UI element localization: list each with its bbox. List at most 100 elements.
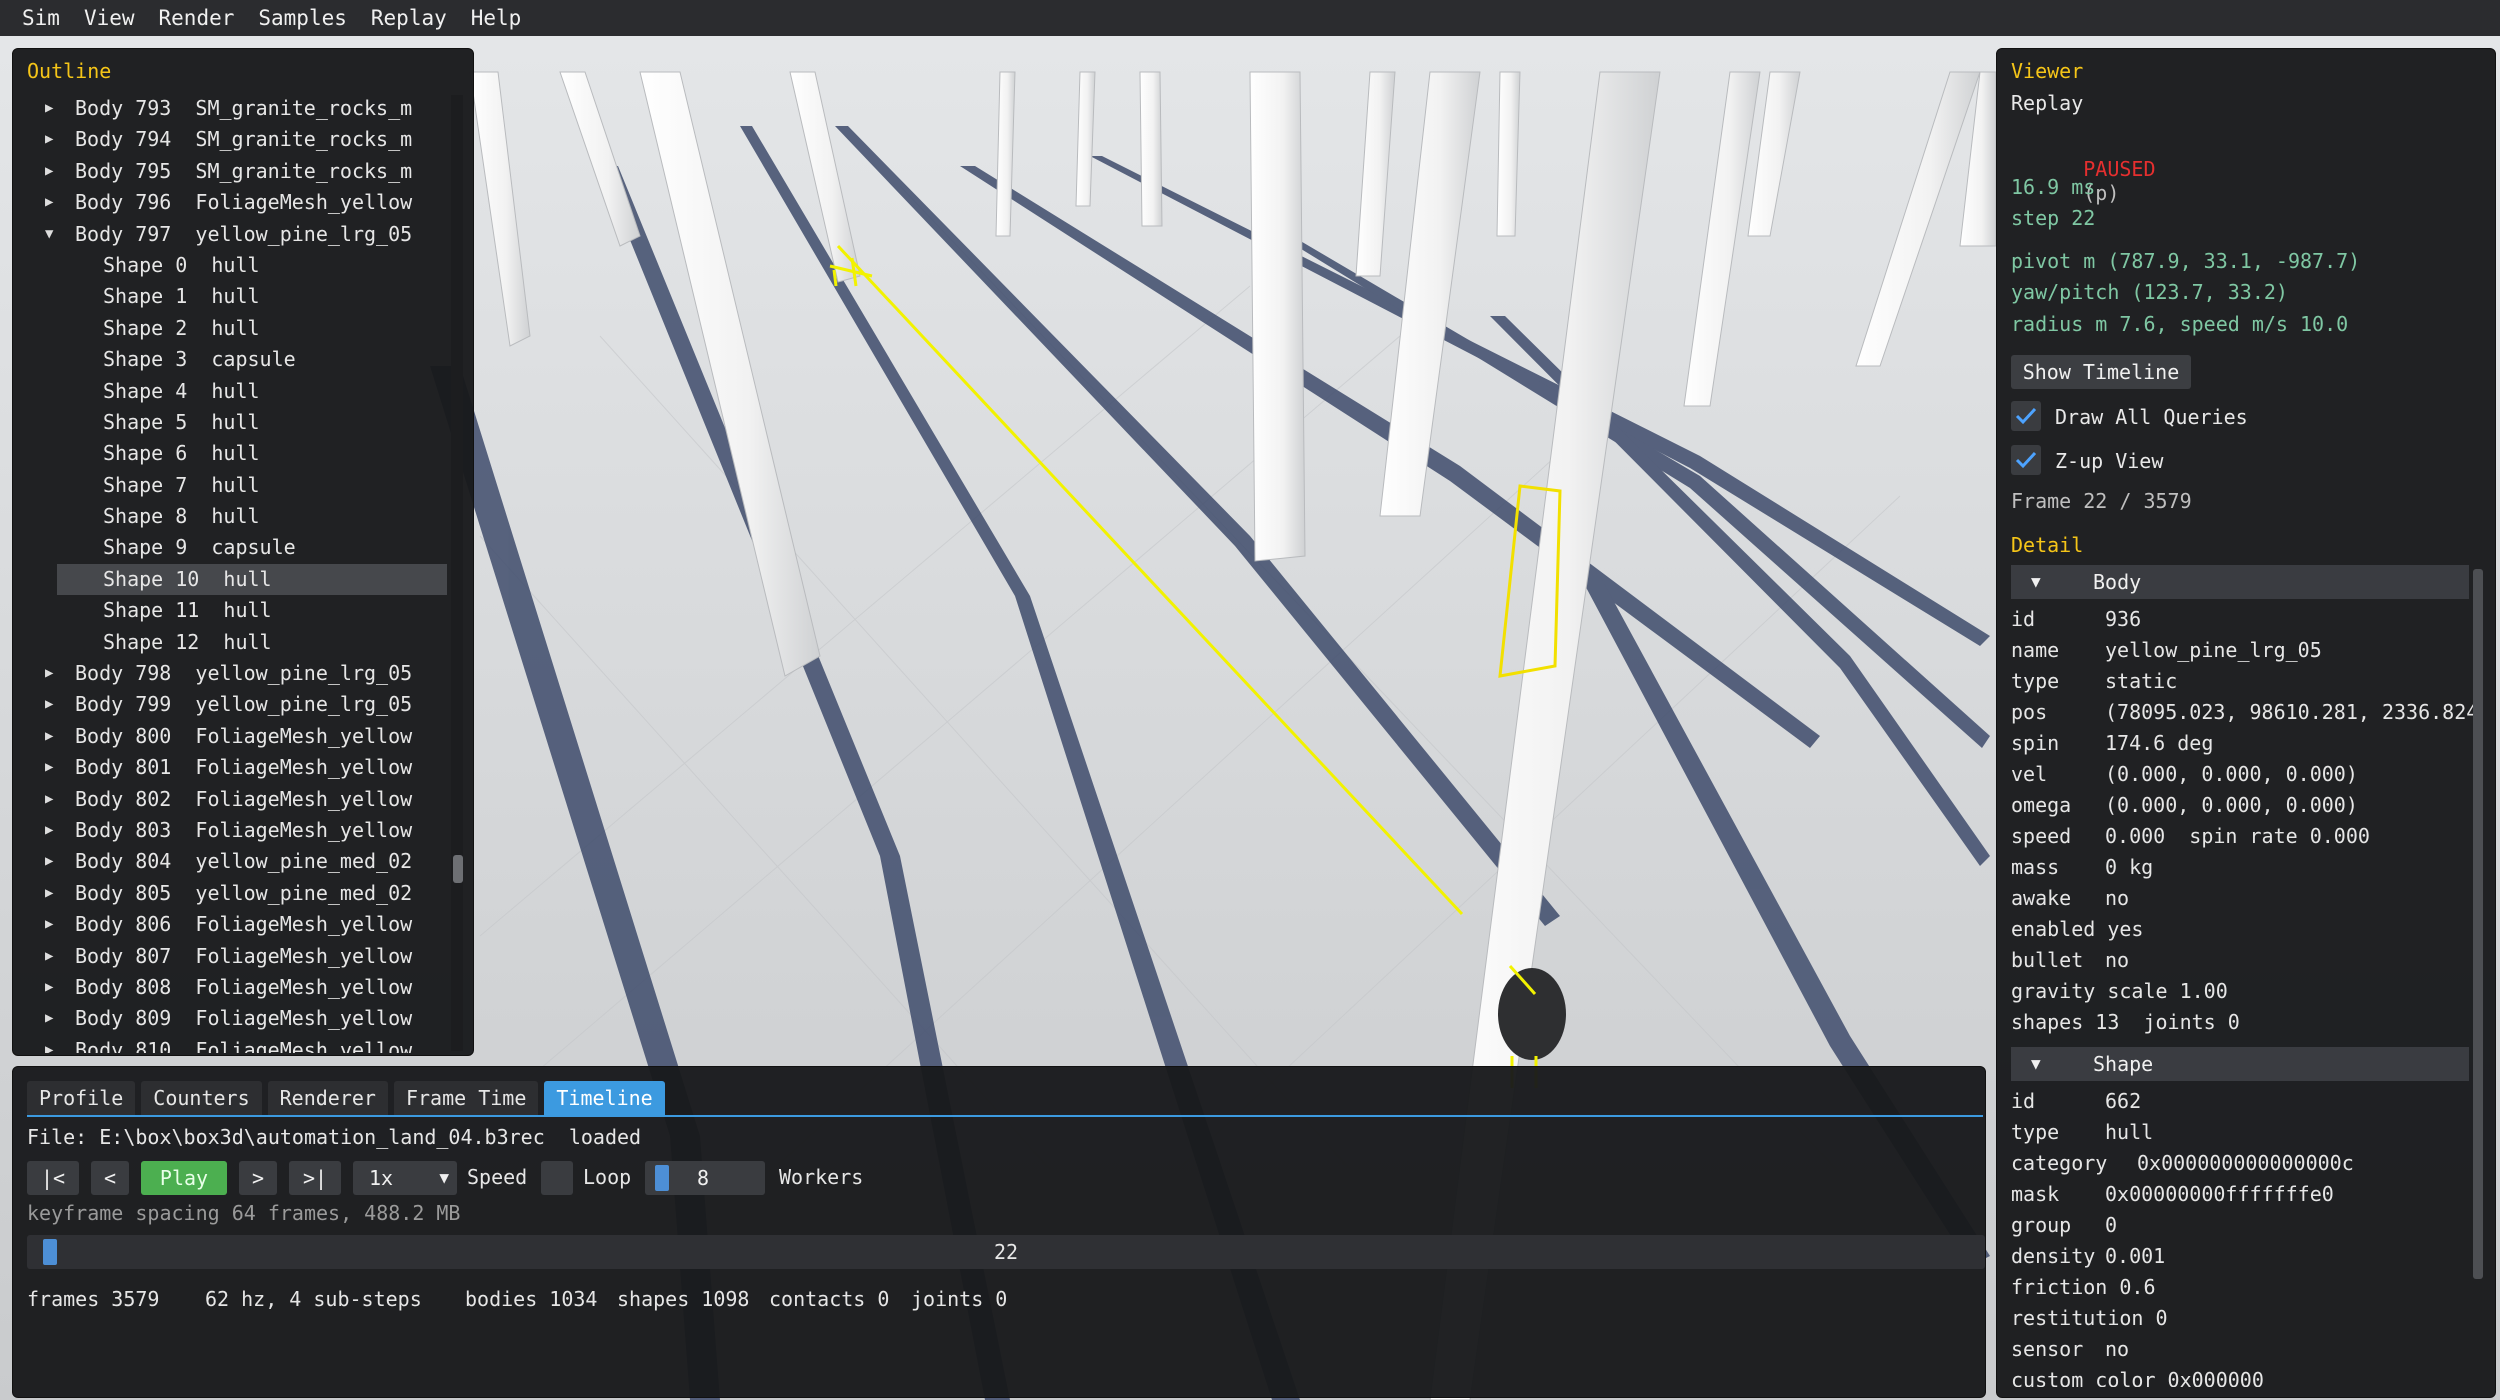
play-button[interactable]: Play: [141, 1161, 227, 1195]
outline-body-item[interactable]: ▶ Body 809 FoliageMesh_yellow: [13, 1003, 449, 1034]
tab-counters[interactable]: Counters: [141, 1081, 262, 1115]
collapsed-triangle-icon[interactable]: ▶: [45, 124, 53, 155]
loop-checkbox[interactable]: [541, 1161, 573, 1195]
next-frame-button[interactable]: >: [239, 1161, 277, 1195]
collapsed-triangle-icon[interactable]: ▶: [45, 972, 53, 1003]
outline-shape-item[interactable]: Shape 7 hull: [13, 470, 449, 501]
collapsed-triangle-icon[interactable]: ▶: [45, 878, 53, 909]
outline-body-item[interactable]: ▶ Body 807 FoliageMesh_yellow: [13, 941, 449, 972]
chevron-down-icon: ▼: [439, 1168, 449, 1187]
outline-shape-item[interactable]: Shape 11 hull: [13, 595, 449, 626]
outline-scrollbar[interactable]: [451, 95, 463, 1051]
draw-all-queries-checkbox[interactable]: [2011, 401, 2041, 431]
outline-body-item[interactable]: ▶ Body 800 FoliageMesh_yellow: [13, 721, 449, 752]
collapsed-triangle-icon[interactable]: ▶: [45, 1003, 53, 1034]
outline-item-label: Shape 12 hull: [103, 629, 272, 654]
loop-label: Loop: [583, 1165, 632, 1189]
outline-item-label: Shape 0 hull: [103, 252, 260, 277]
outline-body-item[interactable]: ▶ Body 793 SM_granite_rocks_m: [13, 93, 449, 124]
outline-body-item[interactable]: ▶ Body 802 FoliageMesh_yellow: [13, 784, 449, 815]
z-up-view-checkbox[interactable]: [2011, 445, 2041, 475]
expanded-triangle-icon[interactable]: ▼: [45, 219, 53, 250]
tab-frame-time[interactable]: Frame Time: [393, 1081, 539, 1115]
camera-yaw-pitch: yaw/pitch (123.7, 33.2): [2011, 280, 2288, 304]
outline-shape-item[interactable]: Shape 1 hull: [13, 281, 449, 312]
menu-view[interactable]: View: [72, 6, 147, 30]
stat-frames: frames 3579: [27, 1287, 160, 1311]
outline-panel: Outline ▶ Body 793 SM_granite_rocks_m ▶ Bod…: [12, 48, 474, 1056]
menu-sim[interactable]: Sim: [0, 6, 72, 30]
body-section-header[interactable]: ▼ Body: [2011, 565, 2469, 599]
collapsed-triangle-icon[interactable]: ▶: [45, 187, 53, 218]
outline-body-item[interactable]: ▶ Body 804 yellow_pine_med_02: [13, 846, 449, 877]
shape-section-header[interactable]: ▼ Shape: [2011, 1047, 2469, 1081]
show-timeline-button[interactable]: Show Timeline: [2011, 355, 2191, 389]
outline-shape-item[interactable]: Shape 2 hull: [13, 313, 449, 344]
timeline-slider-grab[interactable]: [42, 1239, 57, 1265]
tab-profile[interactable]: Profile: [27, 1081, 136, 1115]
camera-pivot: pivot m (787.9, 33.1, -987.7): [2011, 249, 2361, 273]
outline-body-item[interactable]: ▶ Body 798 yellow_pine_lrg_05: [13, 658, 449, 689]
outline-item-label: Body 797 yellow_pine_lrg_05: [75, 221, 413, 246]
outline-body-item[interactable]: ▶ Body 796 FoliageMesh_yellow: [13, 187, 449, 218]
menu-samples[interactable]: Samples: [246, 6, 359, 30]
outline-item-label: Body 804 yellow_pine_med_02: [75, 849, 413, 874]
collapsed-triangle-icon[interactable]: ▶: [45, 93, 53, 124]
workers-slider[interactable]: 8: [645, 1161, 765, 1195]
collapsed-triangle-icon[interactable]: ▶: [45, 689, 53, 720]
collapsed-triangle-icon[interactable]: ▶: [45, 846, 53, 877]
outline-body-item[interactable]: ▶ Body 799 yellow_pine_lrg_05: [13, 689, 449, 720]
detail-scrollbar[interactable]: [2473, 569, 2483, 1279]
menu-render[interactable]: Render: [147, 6, 247, 30]
prev-frame-button[interactable]: <: [91, 1161, 129, 1195]
outline-shape-item[interactable]: Shape 5 hull: [13, 407, 449, 438]
outline-shape-item[interactable]: Shape 10 hull: [57, 563, 447, 596]
outline-body-item[interactable]: ▶ Body 805 yellow_pine_med_02: [13, 878, 449, 909]
outline-shape-item[interactable]: Shape 4 hull: [13, 376, 449, 407]
outline-shape-item[interactable]: Shape 8 hull: [13, 501, 449, 532]
first-frame-button[interactable]: |<: [27, 1161, 79, 1195]
timeline-slider[interactable]: 22: [27, 1235, 1985, 1269]
stat-contacts: contacts 0: [769, 1287, 890, 1311]
outline-body-item[interactable]: ▶ Body 794 SM_granite_rocks_m: [13, 124, 449, 155]
outline-body-item[interactable]: ▶ Body 801 FoliageMesh_yellow: [13, 752, 449, 783]
speed-select[interactable]: 1x ▼: [353, 1161, 457, 1195]
collapsed-triangle-icon[interactable]: ▶: [45, 941, 53, 972]
collapsed-triangle-icon[interactable]: ▶: [45, 909, 53, 940]
collapsed-triangle-icon[interactable]: ▶: [45, 1035, 53, 1053]
outline-shape-item[interactable]: Shape 6 hull: [13, 438, 449, 469]
last-frame-button[interactable]: >|: [289, 1161, 341, 1195]
collapsed-triangle-icon[interactable]: ▶: [45, 658, 53, 689]
outline-shape-item[interactable]: Shape 0 hull: [13, 250, 449, 281]
outline-item-label: Shape 7 hull: [103, 472, 260, 497]
outline-scrollbar-thumb[interactable]: [453, 855, 463, 883]
outline-shape-item[interactable]: Shape 9 capsule: [13, 532, 449, 563]
outline-title: Outline: [27, 59, 112, 83]
outline-item-label: Body 793 SM_granite_rocks_m: [75, 96, 413, 120]
collapsed-triangle-icon[interactable]: ▶: [45, 752, 53, 783]
collapsed-triangle-icon[interactable]: ▶: [45, 784, 53, 815]
outline-body-item[interactable]: ▼ Body 797 yellow_pine_lrg_05: [13, 219, 449, 250]
collapsed-triangle-icon[interactable]: ▶: [45, 815, 53, 846]
stat-joints: joints 0: [911, 1287, 1008, 1311]
shape-density-row: density 0.001: [2011, 1244, 2166, 1268]
checkmark-icon: [2015, 407, 2037, 425]
collapsed-triangle-icon[interactable]: ▶: [45, 721, 53, 752]
workers-slider-grab[interactable]: [655, 1165, 669, 1191]
tab-renderer[interactable]: Renderer: [267, 1081, 388, 1115]
outline-body-item[interactable]: ▶ Body 806 FoliageMesh_yellow: [13, 909, 449, 940]
outline-shape-item[interactable]: Shape 12 hull: [13, 627, 449, 658]
speed-value: 1x: [369, 1166, 394, 1190]
outline-body-item[interactable]: ▶ Body 810 FoliageMesh_yellow: [13, 1035, 449, 1053]
outline-item-label: Shape 2 hull: [103, 315, 260, 340]
outline-body-item[interactable]: ▶ Body 808 FoliageMesh_yellow: [13, 972, 449, 1003]
outline-body-item[interactable]: ▶ Body 795 SM_granite_rocks_m: [13, 156, 449, 187]
tab-timeline[interactable]: Timeline: [544, 1081, 665, 1115]
outline-shape-item[interactable]: Shape 3 capsule: [13, 344, 449, 375]
menu-help[interactable]: Help: [459, 6, 534, 30]
outline-body-item[interactable]: ▶ Body 803 FoliageMesh_yellow: [13, 815, 449, 846]
collapsed-triangle-icon[interactable]: ▶: [45, 156, 53, 187]
tab-underline: [27, 1115, 1983, 1117]
detail-title: Detail: [2011, 533, 2084, 557]
menu-replay[interactable]: Replay: [359, 6, 459, 30]
